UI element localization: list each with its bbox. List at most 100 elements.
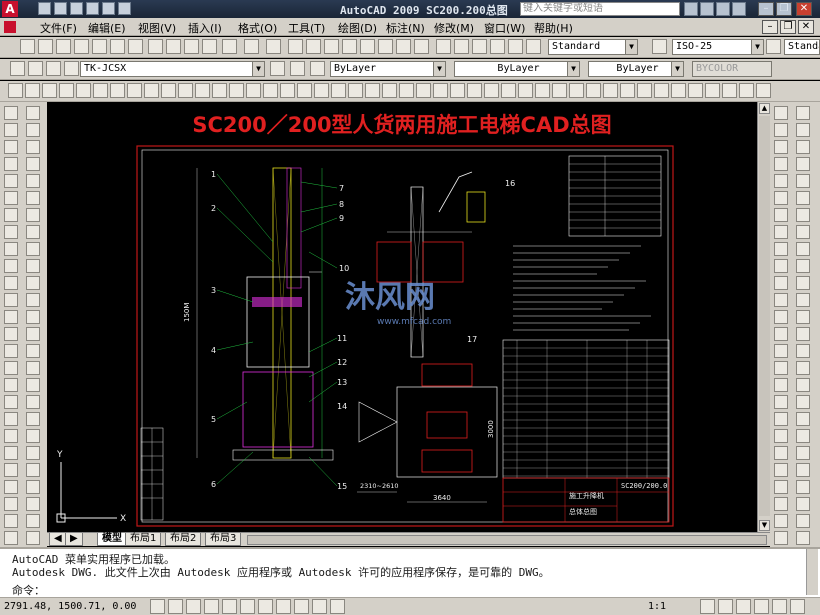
undo-icon[interactable]	[102, 2, 115, 15]
dimension-tool-24-icon[interactable]	[399, 83, 414, 98]
status-tray-4-icon[interactable]	[754, 599, 769, 614]
layer-tool-6-icon[interactable]	[290, 61, 305, 76]
dimension-tool-6-icon[interactable]	[93, 83, 108, 98]
draw-tool-344-1-icon[interactable]	[4, 446, 18, 460]
status-tray-1-icon[interactable]	[700, 599, 715, 614]
modify-tool-327-1-icon[interactable]	[26, 429, 40, 443]
prop-tool-395-1-icon[interactable]	[774, 497, 788, 511]
favorites-icon[interactable]	[716, 2, 730, 16]
status-tray-6-icon[interactable]	[790, 599, 805, 614]
drawing-canvas[interactable]: SC200／200型人货两用施工电梯CAD总图 150M 1 2 3 4 5 6…	[47, 102, 757, 532]
prop-tool-412-1-icon[interactable]	[774, 514, 788, 528]
standard-tool-8-icon[interactable]	[148, 39, 163, 54]
dimension-tool-30-icon[interactable]	[501, 83, 516, 98]
standard-tool-16-icon[interactable]	[306, 39, 321, 54]
view-tool-344-1-icon[interactable]	[796, 446, 810, 460]
layer-tool-1-icon[interactable]	[10, 61, 25, 76]
scroll-thumb[interactable]	[759, 116, 770, 516]
modify-tool-174-1-icon[interactable]	[26, 276, 40, 290]
standard-tool-27-icon[interactable]	[508, 39, 523, 54]
view-tool-225-1-icon[interactable]	[796, 327, 810, 341]
view-tool-259-1-icon[interactable]	[796, 361, 810, 375]
dimension-tool-37-icon[interactable]	[620, 83, 635, 98]
dimension-tool-44-icon[interactable]	[739, 83, 754, 98]
dimension-tool-35-icon[interactable]	[586, 83, 601, 98]
standard-tool-11-icon[interactable]	[202, 39, 217, 54]
menu-insert[interactable]: 插入(I)	[188, 20, 222, 36]
prop-tool-429-1-icon[interactable]	[774, 531, 788, 545]
prop-tool-157-1-icon[interactable]	[774, 259, 788, 273]
redo-icon[interactable]	[118, 2, 131, 15]
draw-tool-174-1-icon[interactable]	[4, 276, 18, 290]
menu-window[interactable]: 窗口(W)	[484, 20, 525, 36]
standard-tool-9-icon[interactable]	[166, 39, 181, 54]
dimension-tool-21-icon[interactable]	[348, 83, 363, 98]
tab-model[interactable]: 模型	[97, 533, 127, 546]
menu-edit[interactable]: 编辑(E)	[88, 20, 126, 36]
dim-style-combo[interactable]: ISO-25 ▼	[672, 39, 764, 55]
annotation-scale[interactable]: 1:1	[648, 601, 666, 612]
dimension-tool-40-icon[interactable]	[671, 83, 686, 98]
dimension-tool-34-icon[interactable]	[569, 83, 584, 98]
standard-tool-17-icon[interactable]	[324, 39, 339, 54]
draw-tool-157-1-icon[interactable]	[4, 259, 18, 273]
menu-view[interactable]: 视图(V)	[138, 20, 176, 36]
help-icon[interactable]	[732, 2, 746, 16]
prop-tool-361-1-icon[interactable]	[774, 463, 788, 477]
view-tool-361-1-icon[interactable]	[796, 463, 810, 477]
view-tool-327-1-icon[interactable]	[796, 429, 810, 443]
dimension-tool-8-icon[interactable]	[127, 83, 142, 98]
draw-tool-327-1-icon[interactable]	[4, 429, 18, 443]
dimension-tool-32-icon[interactable]	[535, 83, 550, 98]
standard-tool-12-icon[interactable]	[222, 39, 237, 54]
dimension-tool-42-icon[interactable]	[705, 83, 720, 98]
standard-tool-28-icon[interactable]	[526, 39, 541, 54]
dimension-tool-1-icon[interactable]	[8, 83, 23, 98]
standard-tool-18-icon[interactable]	[342, 39, 357, 54]
chevron-down-icon[interactable]: ▼	[433, 62, 445, 76]
dimension-tool-5-icon[interactable]	[76, 83, 91, 98]
modify-tool-344-1-icon[interactable]	[26, 446, 40, 460]
drawing-icon[interactable]	[4, 21, 16, 33]
view-tool-123-1-icon[interactable]	[796, 225, 810, 239]
view-tool-38-1-icon[interactable]	[796, 140, 810, 154]
prop-tool-208-1-icon[interactable]	[774, 310, 788, 324]
standard-tool-10-icon[interactable]	[184, 39, 199, 54]
menu-modify[interactable]: 修改(M)	[434, 20, 474, 36]
status-toggle-2-icon[interactable]	[168, 599, 183, 614]
standard-tool-7-icon[interactable]	[128, 39, 143, 54]
dimension-tool-41-icon[interactable]	[688, 83, 703, 98]
view-tool-157-1-icon[interactable]	[796, 259, 810, 273]
dimension-tool-2-icon[interactable]	[25, 83, 40, 98]
modify-tool-21-1-icon[interactable]	[26, 123, 40, 137]
prop-tool-123-1-icon[interactable]	[774, 225, 788, 239]
dimension-tool-13-icon[interactable]	[212, 83, 227, 98]
modify-tool-208-1-icon[interactable]	[26, 310, 40, 324]
chevron-down-icon[interactable]: ▼	[751, 40, 763, 54]
modify-tool-89-1-icon[interactable]	[26, 191, 40, 205]
style-tool-2-icon[interactable]	[766, 39, 781, 54]
search-icon[interactable]	[684, 2, 698, 16]
draw-tool-191-1-icon[interactable]	[4, 293, 18, 307]
draw-tool-276-1-icon[interactable]	[4, 378, 18, 392]
prop-tool-242-1-icon[interactable]	[774, 344, 788, 358]
prop-tool-293-1-icon[interactable]	[774, 395, 788, 409]
modify-tool-38-1-icon[interactable]	[26, 140, 40, 154]
prop-tool-174-1-icon[interactable]	[774, 276, 788, 290]
prop-tool-225-1-icon[interactable]	[774, 327, 788, 341]
chevron-down-icon[interactable]: ▼	[671, 62, 683, 76]
standard-tool-5-icon[interactable]	[92, 39, 107, 54]
status-toggle-10-icon[interactable]	[312, 599, 327, 614]
modify-tool-310-1-icon[interactable]	[26, 412, 40, 426]
view-tool-412-1-icon[interactable]	[796, 514, 810, 528]
color-combo[interactable]: ByLayer ▼	[330, 61, 446, 77]
modify-tool-55-1-icon[interactable]	[26, 157, 40, 171]
view-tool-378-1-icon[interactable]	[796, 480, 810, 494]
menu-file[interactable]: 文件(F)	[40, 20, 77, 36]
view-tool-429-1-icon[interactable]	[796, 531, 810, 545]
prop-tool-106-1-icon[interactable]	[774, 208, 788, 222]
status-tray-3-icon[interactable]	[736, 599, 751, 614]
layer-tool-4-icon[interactable]	[64, 61, 79, 76]
chevron-down-icon[interactable]: ▼	[252, 62, 264, 76]
view-tool-55-1-icon[interactable]	[796, 157, 810, 171]
